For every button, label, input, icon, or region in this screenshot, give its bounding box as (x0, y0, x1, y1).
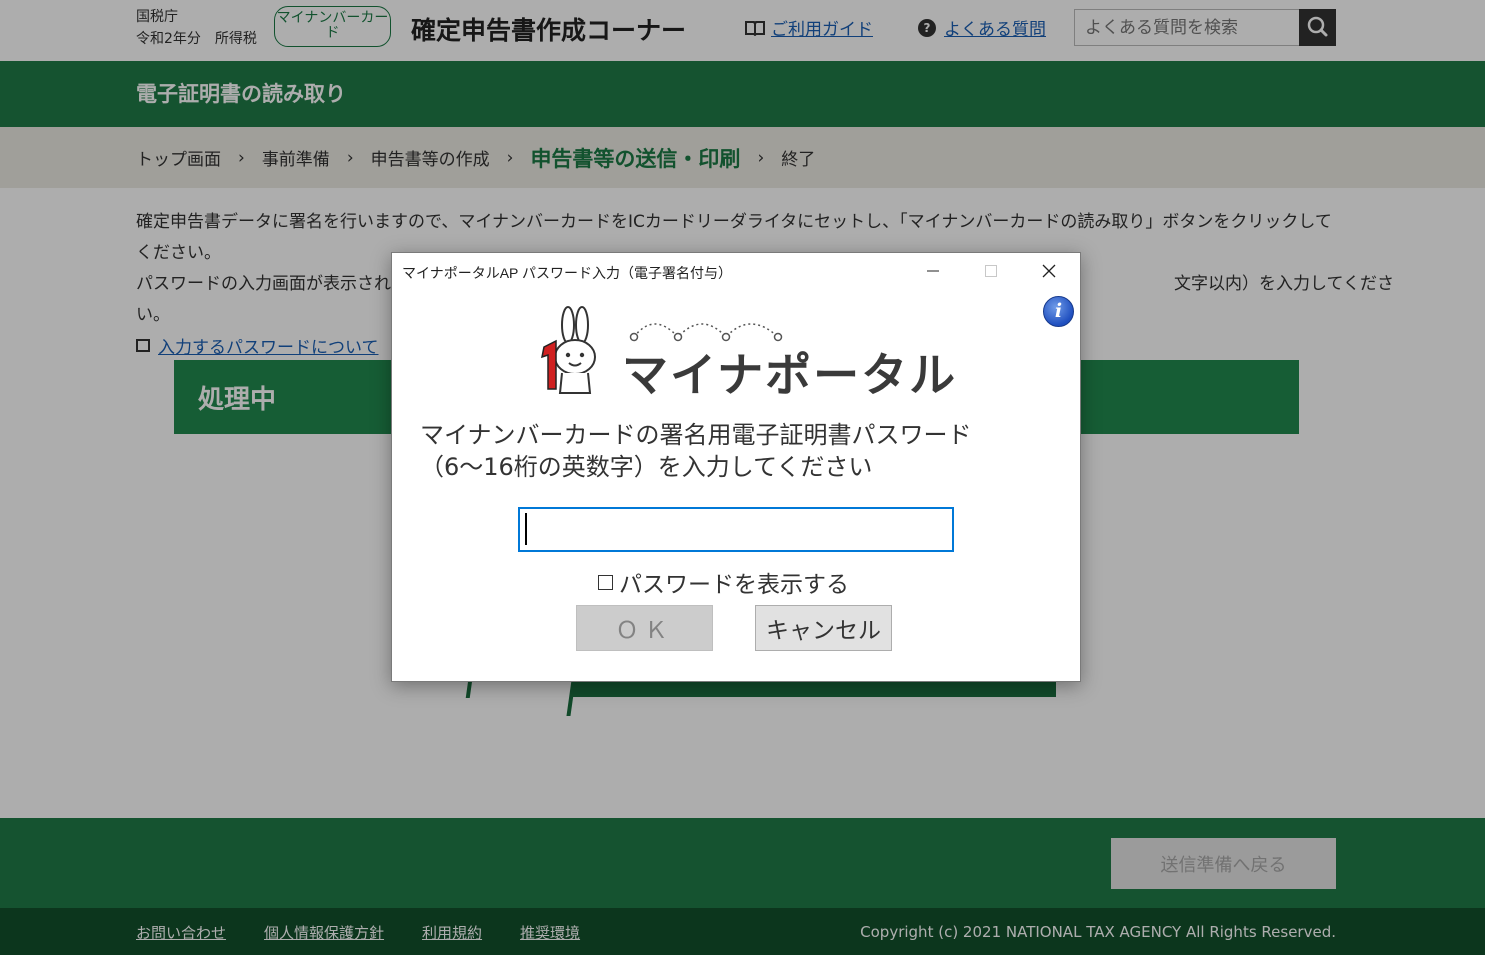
minimize-button[interactable] (910, 253, 956, 289)
password-prompt: マイナンバーカードの署名用電子証明書パスワード （6～16桁の英数字）を入力して… (420, 419, 972, 483)
minimize-icon (927, 270, 939, 272)
prompt-line-2: （6～16桁の英数字）を入力してください (420, 453, 873, 481)
mynaportal-logo: マイナポータル (538, 305, 955, 403)
password-input[interactable] (518, 507, 954, 552)
password-dialog: マイナポータルAP パスワード入力（電子署名付与） i マイナポータル マイナン… (391, 252, 1081, 682)
maximize-icon (985, 265, 997, 277)
logo-text: マイナポータル (622, 348, 958, 402)
show-password-option[interactable]: パスワードを表示する (598, 565, 849, 599)
text-cursor (525, 513, 527, 545)
prompt-line-1: マイナンバーカードの署名用電子証明書パスワード (420, 421, 972, 449)
show-password-checkbox[interactable] (598, 574, 613, 590)
cancel-button[interactable]: キャンセル (755, 605, 892, 651)
maximize-button[interactable] (968, 253, 1014, 289)
close-button[interactable] (1026, 253, 1072, 289)
mascot-rabbit-icon (541, 306, 596, 394)
ok-button[interactable]: ＯＫ (576, 605, 713, 651)
info-icon[interactable]: i (1043, 296, 1074, 327)
show-password-label: パスワードを表示する (619, 572, 849, 598)
dialog-title: マイナポータルAP パスワード入力（電子署名付与） (402, 265, 733, 281)
close-icon (1042, 264, 1056, 278)
